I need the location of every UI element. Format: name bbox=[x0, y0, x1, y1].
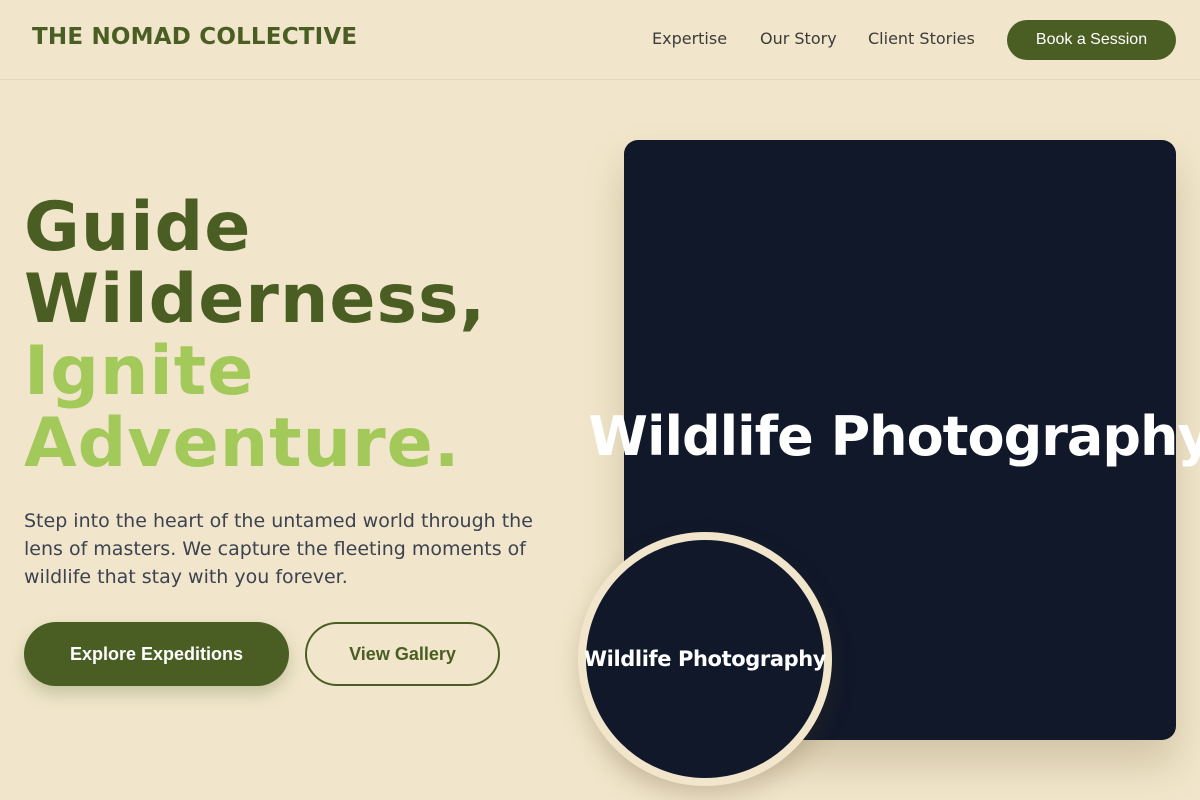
circle-image-placeholder: Wildlife Photography bbox=[578, 532, 832, 786]
brand-logo[interactable]: THE NOMAD COLLECTIVE bbox=[32, 24, 357, 50]
hero-title-accent-line: Ignite bbox=[24, 332, 255, 411]
explore-expeditions-button[interactable]: Explore Expeditions bbox=[24, 622, 289, 686]
hero-image-alt-text: Wildlife Photography bbox=[588, 404, 1200, 468]
nav-link-our-story[interactable]: Our Story bbox=[760, 29, 837, 48]
hero-title-line: Wilderness, bbox=[24, 260, 487, 339]
circle-image-alt-text: Wildlife Photography bbox=[583, 647, 827, 671]
nav-link-expertise[interactable]: Expertise bbox=[652, 29, 727, 48]
book-session-button[interactable]: Book a Session bbox=[1007, 20, 1176, 60]
hero-title: Guide Wilderness, Ignite Adventure. bbox=[24, 192, 584, 480]
site-header: THE NOMAD COLLECTIVE Expertise Our Story… bbox=[0, 0, 1200, 80]
hero-description: Step into the heart of the untamed world… bbox=[24, 510, 533, 588]
nav-link-client-stories[interactable]: Client Stories bbox=[868, 29, 975, 48]
hero-title-line: Guide bbox=[24, 188, 252, 267]
landing-page: THE NOMAD COLLECTIVE Expertise Our Story… bbox=[0, 0, 1200, 800]
view-gallery-button[interactable]: View Gallery bbox=[305, 622, 500, 686]
hero-title-accent-line: Adventure. bbox=[24, 404, 461, 483]
